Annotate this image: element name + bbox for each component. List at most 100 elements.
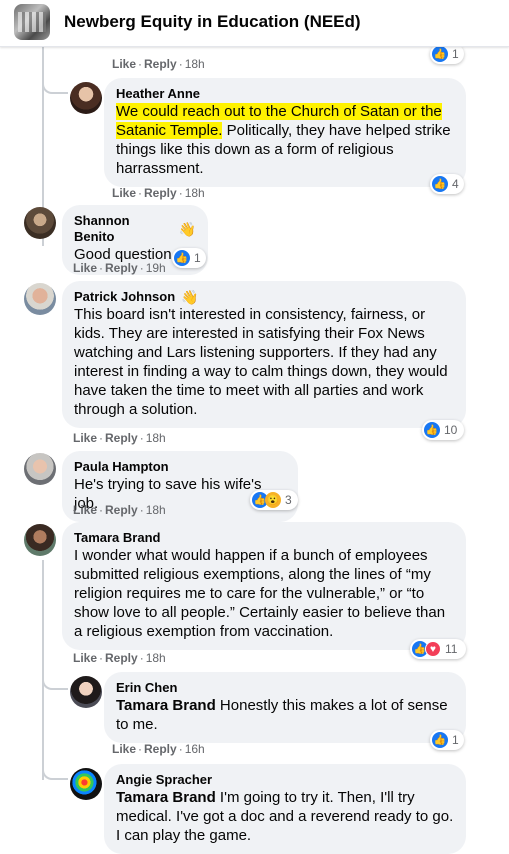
- reaction-summary[interactable]: 👍 10: [422, 420, 464, 440]
- avatar[interactable]: [70, 676, 102, 708]
- group-title[interactable]: Newberg Equity in Education (NEEd): [64, 12, 361, 32]
- author-name[interactable]: Erin Chen: [116, 680, 177, 696]
- reaction-summary[interactable]: 👍 1: [430, 44, 464, 64]
- comment-author[interactable]: Shannon Benito 👋: [74, 213, 196, 245]
- reaction-summary[interactable]: 👍 4: [430, 174, 464, 194]
- reaction-count: 3: [285, 493, 292, 507]
- comment-actions: Like · Reply · 16h: [112, 741, 205, 757]
- avatar[interactable]: [24, 524, 56, 556]
- reaction-summary[interactable]: 👍 1: [172, 248, 206, 268]
- comment-actions: Like · Reply · 18h: [73, 430, 166, 446]
- author-name[interactable]: Angie Spracher: [116, 772, 212, 788]
- like-icon: 👍: [424, 422, 440, 438]
- timestamp[interactable]: 18h: [185, 186, 205, 200]
- comment-actions: Like · Reply · 19h: [73, 260, 166, 276]
- comment-author[interactable]: Angie Spracher: [116, 772, 454, 788]
- author-name[interactable]: Patrick Johnson: [74, 289, 175, 305]
- comment-author[interactable]: Paula Hampton: [74, 459, 286, 475]
- comment-author[interactable]: Erin Chen: [116, 680, 454, 696]
- avatar[interactable]: [24, 207, 56, 239]
- author-name[interactable]: Heather Anne: [116, 86, 200, 102]
- separator: ·: [178, 186, 183, 200]
- reply-link[interactable]: Reply: [105, 261, 138, 275]
- separator: ·: [139, 261, 144, 275]
- thread-connector: [42, 750, 68, 780]
- reaction-count: 1: [194, 251, 201, 265]
- reaction-summary[interactable]: 👍 1: [430, 730, 464, 750]
- separator: ·: [178, 57, 183, 71]
- reply-link[interactable]: Reply: [144, 186, 177, 200]
- author-name[interactable]: Tamara Brand: [74, 530, 160, 546]
- comment-actions: Like · Reply · 18h: [73, 650, 166, 666]
- timestamp[interactable]: 18h: [146, 651, 166, 665]
- avatar[interactable]: [24, 283, 56, 315]
- separator: ·: [138, 742, 143, 756]
- highlighted-text: We could reach out to the Church of Sata…: [116, 103, 442, 120]
- like-link[interactable]: Like: [112, 742, 136, 756]
- comment-text: I wonder what would happen if a bunch of…: [74, 547, 446, 640]
- reply-link[interactable]: Reply: [144, 742, 177, 756]
- comment-text: Tamara Brand Honestly this makes a lot o…: [116, 696, 454, 734]
- like-link[interactable]: Like: [73, 261, 97, 275]
- like-link[interactable]: Like: [112, 186, 136, 200]
- avatar[interactable]: [70, 82, 102, 114]
- reply-link[interactable]: Reply: [144, 57, 177, 71]
- separator: ·: [139, 651, 144, 665]
- like-link[interactable]: Like: [73, 651, 97, 665]
- separator: ·: [139, 503, 144, 517]
- timestamp[interactable]: 18h: [185, 57, 205, 71]
- like-icon: 👍: [432, 46, 448, 62]
- comment-bubble: Tamara Brand I wonder what would happen …: [62, 522, 466, 650]
- love-icon: ♥: [425, 641, 441, 657]
- reply-link[interactable]: Reply: [105, 503, 138, 517]
- comment-author[interactable]: Tamara Brand: [74, 530, 454, 546]
- thread-connector: [42, 60, 68, 94]
- like-link[interactable]: Like: [73, 503, 97, 517]
- separator: ·: [99, 431, 104, 445]
- timestamp[interactable]: 19h: [146, 261, 166, 275]
- comment-text: We could reach out to the Church of Sata…: [116, 102, 454, 178]
- separator: ·: [99, 651, 104, 665]
- comment-bubble: Heather Anne We could reach out to the C…: [104, 78, 466, 187]
- avatar[interactable]: [70, 768, 102, 800]
- wave-icon: 👋: [181, 289, 199, 305]
- highlighted-text: Satanic Temple.: [116, 122, 223, 139]
- reaction-count: 4: [452, 177, 459, 191]
- comment-actions: Like · Reply · 18h: [112, 185, 205, 201]
- comment-actions: Like · Reply · 18h: [112, 56, 205, 72]
- timestamp[interactable]: 18h: [146, 431, 166, 445]
- group-avatar[interactable]: [14, 4, 50, 40]
- like-link[interactable]: Like: [73, 431, 97, 445]
- like-icon: 👍: [432, 176, 448, 192]
- like-icon: 👍: [432, 732, 448, 748]
- like-link[interactable]: Like: [112, 57, 136, 71]
- separator: ·: [99, 503, 104, 517]
- reply-link[interactable]: Reply: [105, 431, 138, 445]
- reaction-count: 11: [445, 642, 458, 656]
- reaction-count: 1: [452, 733, 459, 747]
- reply-link[interactable]: Reply: [105, 651, 138, 665]
- wave-icon: 👋: [178, 221, 196, 237]
- comment-bubble: Erin Chen Tamara Brand Honestly this mak…: [104, 672, 466, 743]
- reaction-count: 1: [452, 47, 459, 61]
- mention-link[interactable]: Tamara Brand: [116, 697, 216, 714]
- comment-text: This board isn't interested in consisten…: [74, 306, 448, 418]
- separator: ·: [138, 57, 143, 71]
- author-name[interactable]: Shannon Benito: [74, 213, 173, 245]
- like-icon: 👍: [174, 250, 190, 266]
- mention-link[interactable]: Tamara Brand: [116, 789, 216, 806]
- comment-bubble: Patrick Johnson 👋 This board isn't intere…: [62, 281, 466, 428]
- timestamp[interactable]: 16h: [185, 742, 205, 756]
- thread-connector: [42, 660, 68, 690]
- avatar[interactable]: [24, 453, 56, 485]
- comment-bubble: Angie Spracher Tamara Brand I'm going to…: [104, 764, 466, 854]
- comment-actions: Like · Reply · 18h: [73, 502, 166, 518]
- reaction-summary[interactable]: 👍 😮 3: [250, 490, 298, 510]
- comment-author[interactable]: Heather Anne: [116, 86, 454, 102]
- reaction-summary[interactable]: 👍 ♥ 11: [410, 639, 466, 659]
- timestamp[interactable]: 18h: [146, 503, 166, 517]
- group-header: Newberg Equity in Education (NEEd): [0, 0, 509, 47]
- author-name[interactable]: Paula Hampton: [74, 459, 169, 475]
- separator: ·: [139, 431, 144, 445]
- comment-author[interactable]: Patrick Johnson 👋: [74, 289, 454, 305]
